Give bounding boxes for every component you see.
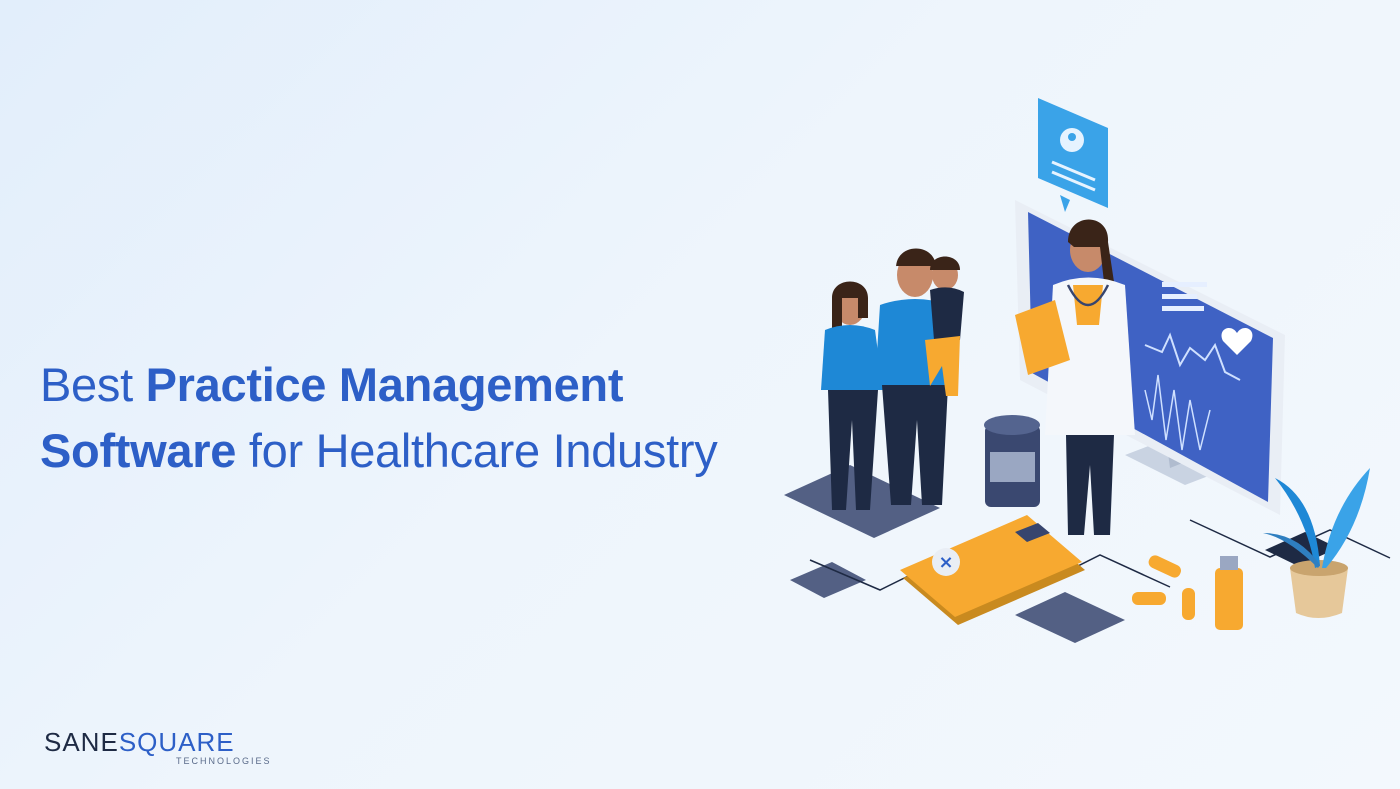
logo-tagline: TECHNOLOGIES bbox=[176, 756, 272, 766]
profile-card-icon bbox=[1038, 98, 1108, 212]
page-title: Best Practice Management Software for He… bbox=[40, 352, 718, 484]
title-line-1: Best Practice Management bbox=[40, 358, 624, 411]
pill-bottle-icon bbox=[984, 415, 1040, 507]
logo-wordmark: SANESQUARE bbox=[44, 727, 235, 757]
capsule-icon bbox=[1132, 555, 1243, 630]
healthcare-illustration: × bbox=[784, 98, 1391, 643]
company-logo: SANESQUARE TECHNOLOGIES bbox=[44, 728, 272, 766]
family-icon bbox=[821, 248, 964, 510]
title-line-2: Software for Healthcare Industry bbox=[40, 424, 718, 477]
svg-text:×: × bbox=[938, 552, 953, 573]
